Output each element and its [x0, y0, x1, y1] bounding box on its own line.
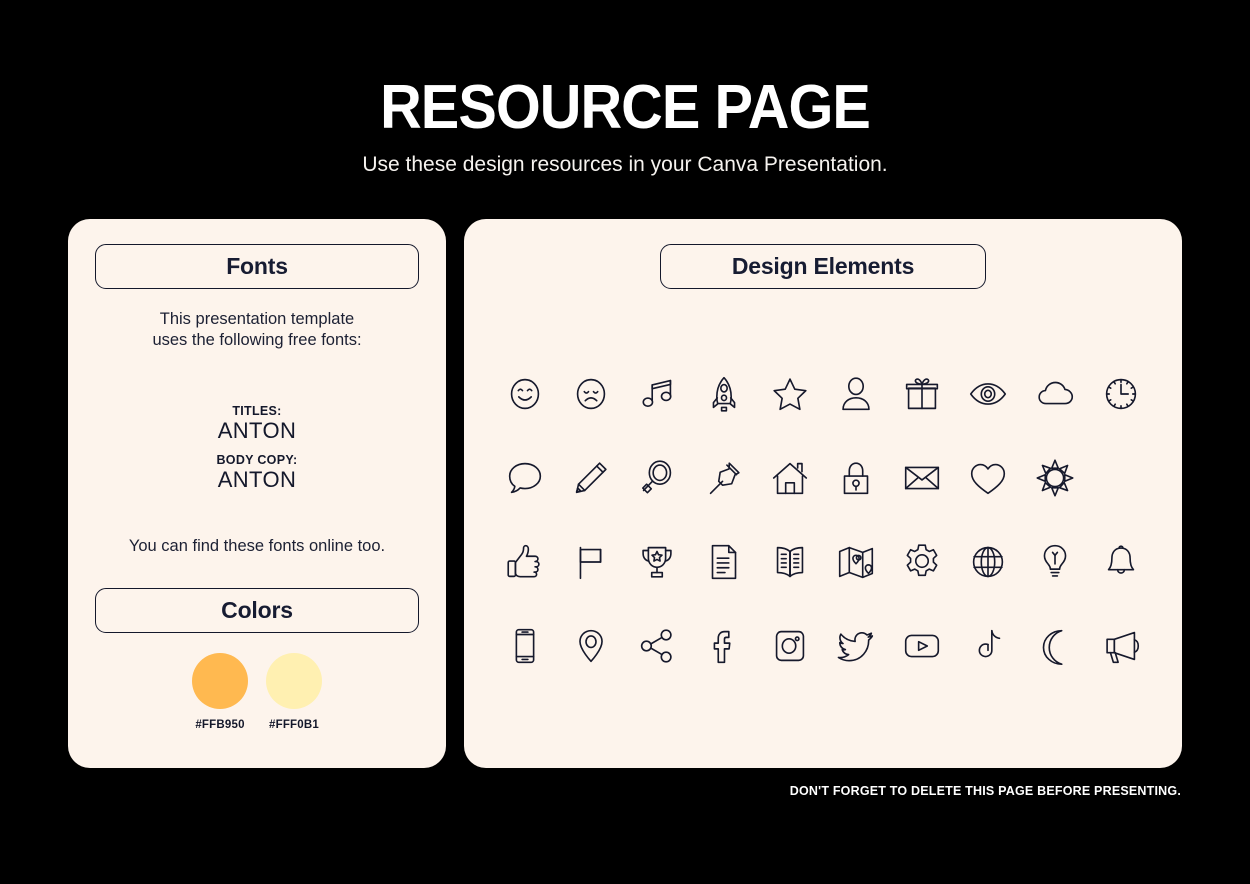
icon-row	[492, 604, 1154, 688]
color-swatch-list: #FFB950 #FFF0B1	[68, 653, 446, 731]
youtube-icon[interactable]	[889, 613, 955, 679]
slide-canvas: RESOURCE PAGE Use these design resources…	[0, 0, 1250, 884]
titles-font-block: TITLES: ANTON	[68, 404, 446, 444]
speech-bubble-icon[interactable]	[492, 445, 558, 511]
fonts-intro-text: This presentation template uses the foll…	[68, 309, 446, 351]
smiley-face-icon[interactable]	[492, 361, 558, 427]
house-icon[interactable]	[757, 445, 823, 511]
share-icon[interactable]	[624, 613, 690, 679]
tiktok-icon[interactable]	[955, 613, 1021, 679]
rocket-icon[interactable]	[691, 361, 757, 427]
sun-icon[interactable]	[1022, 445, 1088, 511]
color-swatch-dot	[192, 653, 248, 709]
icon-row	[492, 520, 1154, 604]
body-font-name: ANTON	[217, 467, 297, 492]
gear-icon[interactable]	[889, 529, 955, 595]
page-title: RESOURCE PAGE	[380, 73, 871, 142]
fonts-outro-text: You can find these fonts online too.	[128, 537, 386, 555]
moon-icon[interactable]	[1022, 613, 1088, 679]
person-icon[interactable]	[823, 361, 889, 427]
titles-font-name: ANTON	[217, 418, 297, 443]
document-icon[interactable]	[691, 529, 757, 595]
megaphone-icon[interactable]	[1088, 613, 1154, 679]
pushpin-icon[interactable]	[691, 445, 757, 511]
clock-icon[interactable]	[1088, 361, 1154, 427]
envelope-icon[interactable]	[889, 445, 955, 511]
lightbulb-icon[interactable]	[1022, 529, 1088, 595]
titles-role-label: TITLES:	[232, 404, 282, 418]
twitter-icon[interactable]	[823, 613, 889, 679]
bell-icon[interactable]	[1088, 529, 1154, 595]
color-swatch-item: #FFB950	[189, 653, 251, 731]
design-elements-card: Design Elements	[464, 219, 1182, 768]
music-note-icon[interactable]	[624, 361, 690, 427]
color-swatch-dot	[266, 653, 322, 709]
gift-icon[interactable]	[889, 361, 955, 427]
design-elements-section-label: Design Elements	[731, 253, 915, 279]
eye-icon[interactable]	[955, 361, 1021, 427]
fonts-card: Fonts This presentation template uses th…	[68, 219, 446, 768]
color-swatch-item: #FFF0B1	[263, 653, 325, 731]
instagram-icon[interactable]	[757, 613, 823, 679]
body-role-label: BODY COPY:	[216, 453, 298, 467]
design-elements-icon-grid	[492, 352, 1154, 688]
icon-row	[492, 436, 1154, 520]
trophy-icon[interactable]	[624, 529, 690, 595]
sad-face-icon[interactable]	[558, 361, 624, 427]
fonts-section-header: Fonts	[95, 244, 419, 289]
body-font-block: BODY COPY: ANTON	[68, 453, 446, 493]
icon-row	[492, 352, 1154, 436]
footer-reminder-note: DON'T FORGET TO DELETE THIS PAGE BEFORE …	[789, 784, 1181, 798]
header: RESOURCE PAGE Use these design resources…	[0, 72, 1250, 178]
lock-icon[interactable]	[823, 445, 889, 511]
magnifier-icon[interactable]	[624, 445, 690, 511]
thumbs-up-icon[interactable]	[492, 529, 558, 595]
color-swatch-hex-label: #FFB950	[195, 719, 245, 731]
color-swatch-hex-label: #FFF0B1	[269, 719, 319, 731]
cloud-icon[interactable]	[1022, 361, 1088, 427]
colors-section-label: Colors	[221, 597, 293, 623]
design-elements-section-header: Design Elements	[660, 244, 986, 289]
globe-icon[interactable]	[955, 529, 1021, 595]
open-book-icon[interactable]	[757, 529, 823, 595]
location-pin-icon[interactable]	[558, 613, 624, 679]
map-icon[interactable]	[823, 529, 889, 595]
colors-section-header: Colors	[95, 588, 419, 633]
fonts-intro-line-1: This presentation template	[159, 310, 355, 328]
flag-icon[interactable]	[558, 529, 624, 595]
star-icon[interactable]	[757, 361, 823, 427]
page-subtitle: Use these design resources in your Canva…	[362, 153, 888, 176]
pencil-icon[interactable]	[558, 445, 624, 511]
fonts-section-label: Fonts	[226, 253, 288, 279]
fonts-intro-line-2: uses the following free fonts:	[152, 331, 362, 349]
phone-icon[interactable]	[492, 613, 558, 679]
heart-icon[interactable]	[955, 445, 1021, 511]
facebook-icon[interactable]	[691, 613, 757, 679]
